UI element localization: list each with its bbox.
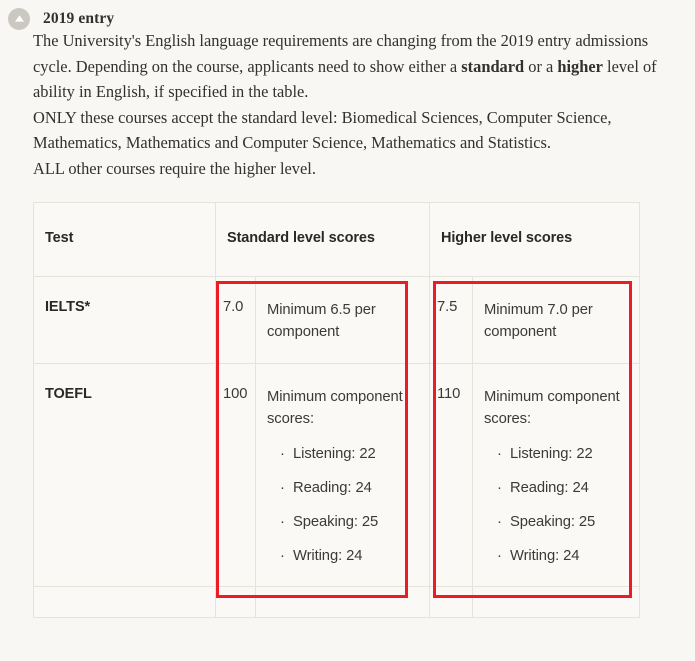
list-item-label: Speaking: 25 bbox=[293, 514, 379, 530]
content-body: The University's English language requir… bbox=[0, 28, 695, 181]
table-row bbox=[33, 586, 640, 618]
bullet-icon: · bbox=[497, 480, 502, 496]
cell-test-name bbox=[33, 586, 216, 618]
cell-standard-score: 100 bbox=[215, 363, 256, 587]
table-body: IELTS* 7.0 Minimum 6.5 per component 7.5… bbox=[33, 276, 640, 618]
paragraph-intro-standard-emphasis: standard bbox=[461, 56, 525, 76]
list-item: · Writing: 24 bbox=[484, 546, 631, 566]
accordion-header[interactable]: 2019 entry bbox=[0, 0, 695, 30]
table-header-row: Test Standard level scores Higher level … bbox=[33, 202, 640, 277]
higher-component-list: · Listening: 22 · Reading: 24 · Speaking: 25 ·… bbox=[484, 444, 631, 566]
bullet-icon: · bbox=[497, 446, 502, 462]
paragraph-intro-higher-emphasis: higher bbox=[557, 56, 603, 76]
cell-test-name: IELTS* bbox=[33, 276, 216, 364]
cell-standard-detail: Minimum component scores: · Listening: 22… bbox=[255, 363, 430, 587]
list-item-label: Reading: 24 bbox=[293, 480, 372, 496]
standard-component-list: · Listening: 22 · Reading: 24 · Speaking: 25 ·… bbox=[267, 444, 421, 566]
english-language-scores-table: Test Standard level scores Higher level … bbox=[33, 202, 640, 618]
list-item: · Writing: 24 bbox=[267, 546, 421, 566]
list-item-label: Listening: 22 bbox=[510, 446, 593, 462]
cell-standard-detail: Minimum 6.5 per component bbox=[255, 276, 430, 364]
cell-standard-detail bbox=[255, 586, 430, 618]
list-item: · Listening: 22 bbox=[484, 444, 631, 464]
cell-higher-detail: Minimum component scores: · Listening: 22… bbox=[472, 363, 640, 587]
list-item-label: Speaking: 25 bbox=[510, 514, 596, 530]
cell-higher-score bbox=[429, 586, 473, 618]
list-item-label: Writing: 24 bbox=[293, 548, 363, 564]
table-row: IELTS* 7.0 Minimum 6.5 per component 7.5… bbox=[33, 276, 640, 364]
higher-detail-text: Minimum component scores: bbox=[484, 389, 620, 427]
cell-test-name: TOEFL bbox=[33, 363, 216, 587]
list-item: · Reading: 24 bbox=[484, 478, 631, 498]
paragraph-standard-courses: ONLY these courses accept the standard l… bbox=[33, 107, 612, 153]
list-item: · Speaking: 25 bbox=[484, 512, 631, 532]
bullet-icon: · bbox=[280, 446, 285, 462]
list-item-label: Writing: 24 bbox=[510, 548, 580, 564]
cell-standard-score bbox=[215, 586, 256, 618]
standard-detail-text: Minimum component scores: bbox=[267, 389, 403, 427]
triangle-up-icon[interactable] bbox=[8, 7, 30, 30]
higher-detail-text: Minimum 7.0 per component bbox=[484, 302, 593, 340]
cell-standard-score: 7.0 bbox=[215, 276, 256, 364]
bullet-icon: · bbox=[280, 548, 285, 564]
bullet-icon: · bbox=[497, 548, 502, 564]
table-row: TOEFL 100 Minimum component scores: · Lis… bbox=[33, 363, 640, 587]
list-item-label: Reading: 24 bbox=[510, 480, 589, 496]
cell-higher-detail: Minimum 7.0 per component bbox=[472, 276, 640, 364]
paragraph-higher-courses: ALL other courses require the higher lev… bbox=[33, 158, 316, 178]
list-item: · Listening: 22 bbox=[267, 444, 421, 464]
list-item: · Reading: 24 bbox=[267, 478, 421, 498]
cell-higher-score: 110 bbox=[429, 363, 473, 587]
column-header-higher-level: Higher level scores bbox=[429, 202, 640, 277]
paragraph-intro-part2: or a bbox=[524, 56, 558, 76]
list-item-label: Listening: 22 bbox=[293, 446, 376, 462]
bullet-icon: · bbox=[497, 514, 502, 530]
scores-table-container: Test Standard level scores Higher level … bbox=[33, 202, 640, 618]
column-header-standard-level: Standard level scores bbox=[215, 202, 430, 277]
paragraph-intro: The University's English language requir… bbox=[33, 28, 675, 105]
bullet-icon: · bbox=[280, 514, 285, 530]
bullet-icon: · bbox=[280, 480, 285, 496]
cell-higher-detail bbox=[472, 586, 640, 618]
list-item: · Speaking: 25 bbox=[267, 512, 421, 532]
page-title: 2019 entry bbox=[43, 9, 115, 27]
standard-detail-text: Minimum 6.5 per component bbox=[267, 302, 376, 340]
cell-higher-score: 7.5 bbox=[429, 276, 473, 364]
column-header-test: Test bbox=[33, 202, 216, 277]
